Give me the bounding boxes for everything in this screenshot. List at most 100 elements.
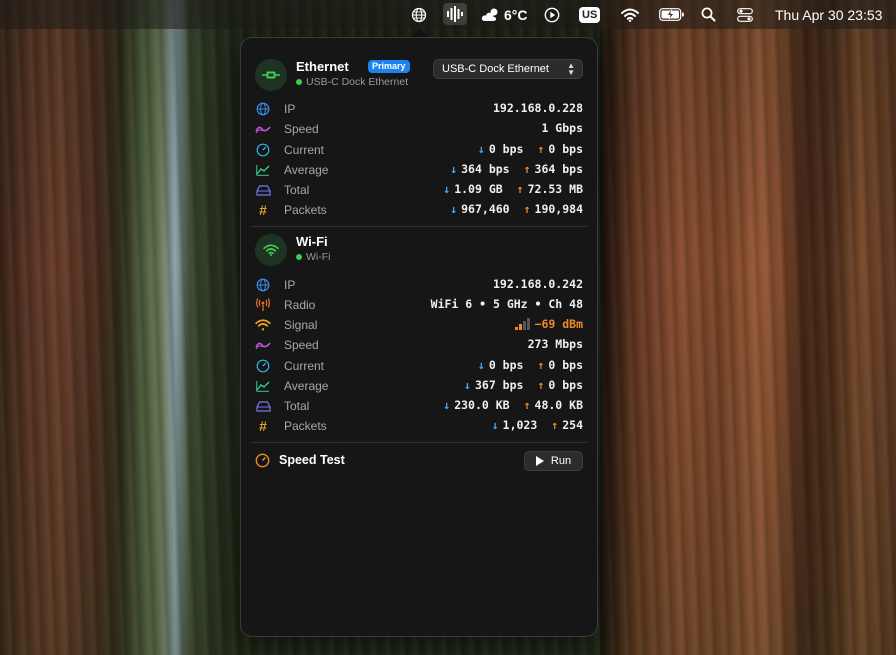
ethernet-speed-row: Speed 1 Gbps	[255, 119, 585, 139]
wifi-signal-value: −69 dBm	[514, 317, 583, 331]
wifi-radio-row: Radio WiFi 6 • 5 GHz • Ch 48	[255, 295, 585, 315]
ethernet-speed-value: 1 Gbps	[541, 121, 583, 135]
keyboard-layout-label: US	[579, 6, 601, 23]
play-circle-icon[interactable]	[544, 0, 560, 29]
download-value: 1.09 GB	[454, 182, 503, 196]
upload-arrow-icon: ↑	[523, 398, 531, 412]
signal-dbm: −69 dBm	[534, 317, 583, 331]
wifi-current-row: Current ↓ 0 bps ↑ 0 bps	[255, 356, 585, 376]
download-value: 367 bps	[474, 378, 524, 392]
wifi-average-row: Average ↓ 367 bps ↑ 0 bps	[255, 376, 585, 396]
ethernet-total-value: ↓ 1.09 GB ↑ 72.53 MB	[443, 182, 583, 196]
number-icon: #	[259, 202, 267, 218]
play-icon	[535, 456, 544, 466]
ethernet-current-row: Current ↓ 0 bps ↑ 0 bps	[255, 140, 585, 160]
wifi-speed-value: 273 Mbps	[527, 337, 583, 351]
drive-icon	[255, 398, 271, 414]
wifi-title: Wi-Fi	[296, 234, 328, 249]
upload-value: 254	[562, 418, 583, 432]
section-divider	[251, 442, 587, 443]
download-value: 0 bps	[488, 142, 524, 156]
upload-arrow-icon: ↑	[516, 182, 524, 196]
wifi-icon	[255, 234, 287, 266]
wifi-subtitle: Wi-Fi	[296, 251, 331, 263]
upload-value: 0 bps	[548, 358, 583, 372]
upload-value: 0 bps	[548, 378, 583, 392]
waveform-icon[interactable]	[443, 3, 467, 25]
upload-arrow-icon: ↑	[523, 162, 531, 176]
row-label: Speed	[284, 122, 319, 136]
run-button-label: Run	[550, 455, 572, 467]
download-arrow-icon: ↓	[443, 182, 451, 196]
control-center-icon[interactable]	[737, 0, 753, 29]
wifi-speed-row: Speed 273 Mbps	[255, 335, 585, 355]
run-speed-test-button[interactable]: Run	[524, 451, 583, 471]
speed-test-title: Speed Test	[279, 453, 345, 467]
wifi-signal-row: Signal −69 dBm	[255, 315, 585, 335]
upload-arrow-icon: ↑	[551, 418, 559, 432]
menubar-clock[interactable]: Thu Apr 30 23:53	[775, 0, 882, 29]
upload-arrow-icon: ↑	[537, 142, 545, 156]
interface-select[interactable]: USB-C Dock Ethernet ▲ ▼	[433, 59, 583, 79]
ethernet-current-value: ↓ 0 bps ↑ 0 bps	[478, 142, 583, 156]
wifi-current-value: ↓ 0 bps ↑ 0 bps	[478, 358, 583, 372]
globe-icon	[255, 277, 271, 293]
status-dot	[296, 79, 302, 85]
weather-temperature: 6°C	[504, 6, 528, 23]
wifi-header: Wi-Fi Wi-Fi	[255, 234, 585, 268]
download-arrow-icon: ↓	[477, 142, 485, 156]
ethernet-packets-row: # Packets ↓ 967,460 ↑ 190,984	[255, 200, 585, 220]
drive-icon	[255, 182, 271, 198]
speed-wave-icon	[255, 121, 271, 137]
wifi-ip-value[interactable]: 192.168.0.242	[493, 277, 583, 291]
row-label: IP	[284, 278, 296, 292]
weather-widget[interactable]: 6°C	[481, 0, 528, 29]
globe-icon	[255, 101, 271, 117]
ethernet-subtitle-text: USB-C Dock Ethernet	[306, 76, 409, 88]
wifi-icon[interactable]	[621, 0, 639, 29]
search-icon[interactable]	[701, 0, 716, 29]
download-arrow-icon: ↓	[443, 398, 451, 412]
download-value: 1,023	[502, 418, 538, 432]
chevron-up-down-icon: ▲ ▼	[567, 61, 575, 77]
upload-value: 72.53 MB	[527, 182, 583, 196]
row-label: Total	[284, 183, 310, 197]
upload-value: 0 bps	[548, 142, 583, 156]
download-arrow-icon: ↓	[450, 162, 458, 176]
row-label: Signal	[284, 318, 318, 332]
wallpaper-tree-shading	[600, 29, 896, 655]
section-divider	[251, 226, 587, 227]
network-popover: Ethernet Primary USB-C Dock Ethernet USB…	[240, 37, 598, 637]
primary-badge: Primary	[368, 60, 410, 73]
trend-chart-icon	[255, 378, 271, 394]
ethernet-title: Ethernet	[296, 59, 349, 74]
battery-charging-icon[interactable]	[659, 0, 685, 29]
row-label: Packets	[284, 203, 327, 217]
row-label: Packets	[284, 419, 327, 433]
ethernet-total-row: Total ↓ 1.09 GB ↑ 72.53 MB	[255, 180, 585, 200]
keyboard-layout-icon[interactable]: US	[579, 0, 601, 29]
number-icon: #	[259, 418, 267, 434]
upload-value: 48.0 KB	[534, 398, 583, 412]
globe-icon[interactable]	[411, 0, 427, 29]
download-value: 230.0 KB	[454, 398, 510, 412]
download-arrow-icon: ↓	[450, 202, 458, 216]
status-dot	[296, 254, 302, 260]
menu-bar: 6°C US Thu Apr 30 23:53	[0, 0, 896, 29]
wifi-average-value: ↓ 367 bps ↑ 0 bps	[464, 378, 583, 392]
download-arrow-icon: ↓	[491, 418, 499, 432]
wifi-packets-row: # Packets ↓ 1,023 ↑ 254	[255, 416, 585, 436]
upload-value: 190,984	[534, 202, 583, 216]
upload-arrow-icon: ↑	[537, 358, 545, 372]
ethernet-average-row: Average ↓ 364 bps ↑ 364 bps	[255, 160, 585, 180]
ethernet-subtitle: USB-C Dock Ethernet	[296, 76, 408, 88]
antenna-icon	[255, 297, 271, 313]
wifi-ip-row: IP 192.168.0.242	[255, 275, 585, 295]
wifi-radio-value: WiFi 6 • 5 GHz • Ch 48	[430, 297, 583, 311]
ethernet-ip-value[interactable]: 192.168.0.228	[493, 101, 583, 115]
ethernet-average-value: ↓ 364 bps ↑ 364 bps	[450, 162, 583, 176]
upload-arrow-icon: ↑	[537, 378, 545, 392]
weather-cloud-moon-icon	[481, 8, 498, 21]
row-label: Average	[284, 379, 329, 393]
download-value: 0 bps	[488, 358, 524, 372]
